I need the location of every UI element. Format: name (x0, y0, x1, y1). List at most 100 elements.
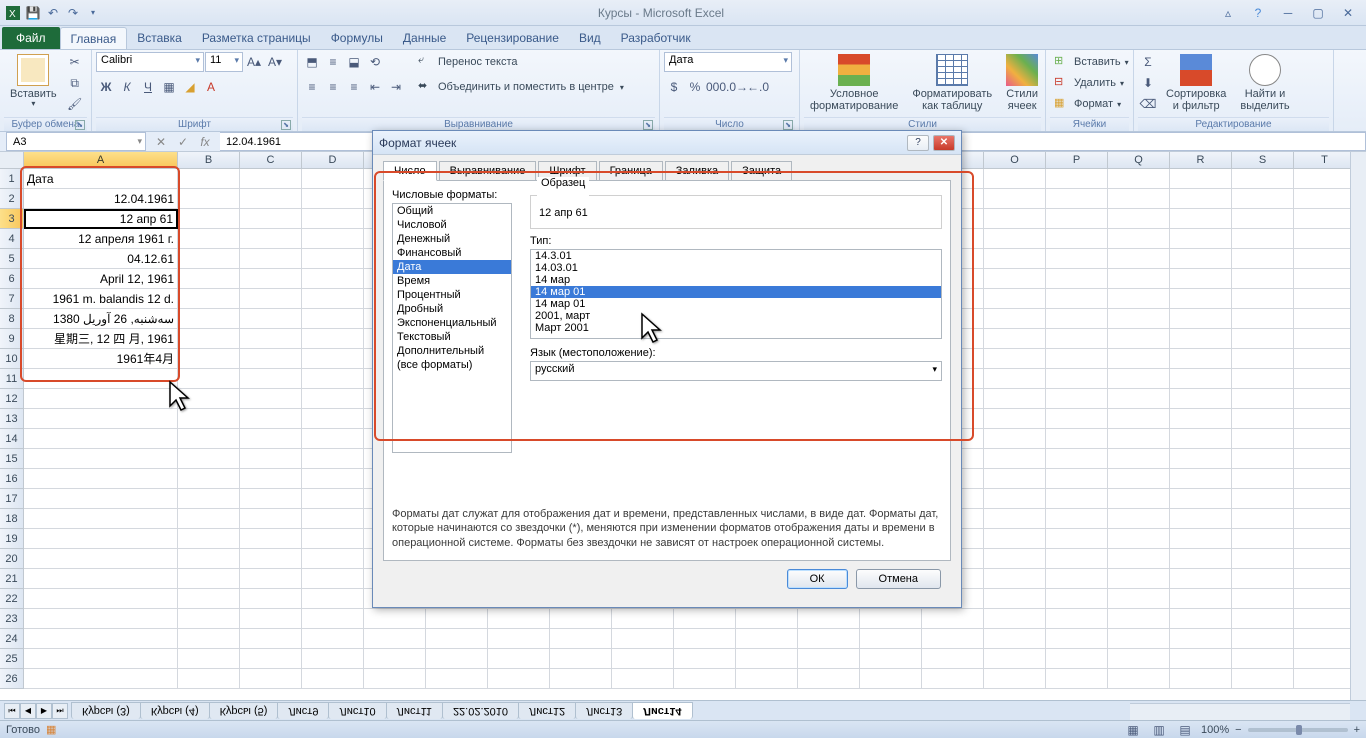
cell-R19[interactable] (1170, 529, 1232, 549)
cell-R14[interactable] (1170, 429, 1232, 449)
cell-D20[interactable] (302, 549, 364, 569)
cell-P18[interactable] (1046, 509, 1108, 529)
col-header-B[interactable]: B (178, 152, 240, 169)
tab-data[interactable]: Данные (393, 27, 456, 49)
cell-B25[interactable] (178, 649, 240, 669)
cell-B24[interactable] (178, 629, 240, 649)
category-item[interactable]: Экспоненциальный (393, 316, 511, 330)
cell-C3[interactable] (240, 209, 302, 229)
paste-button[interactable]: Вставить ▾ (4, 52, 63, 111)
category-item[interactable]: Дата (393, 260, 511, 274)
cell-B18[interactable] (178, 509, 240, 529)
cell-P3[interactable] (1046, 209, 1108, 229)
dialog-tab[interactable]: Граница (599, 161, 663, 181)
cell-Q9[interactable] (1108, 329, 1170, 349)
cell-M25[interactable] (860, 649, 922, 669)
category-item[interactable]: Общий (393, 204, 511, 218)
cell-Q14[interactable] (1108, 429, 1170, 449)
cell-C8[interactable] (240, 309, 302, 329)
grow-font-icon[interactable]: A▴ (244, 52, 264, 72)
category-item[interactable]: Денежный (393, 232, 511, 246)
cell-O15[interactable] (984, 449, 1046, 469)
cell-C22[interactable] (240, 589, 302, 609)
cell-C19[interactable] (240, 529, 302, 549)
cell-O16[interactable] (984, 469, 1046, 489)
cell-O12[interactable] (984, 389, 1046, 409)
cell-B1[interactable] (178, 169, 240, 189)
cell-M23[interactable] (860, 609, 922, 629)
font-size-combo[interactable]: 11 (205, 52, 243, 72)
cell-G26[interactable] (488, 669, 550, 689)
row-header-6[interactable]: 6 (0, 269, 24, 289)
cell-R23[interactable] (1170, 609, 1232, 629)
cell-C7[interactable] (240, 289, 302, 309)
cell-L26[interactable] (798, 669, 860, 689)
row-header-19[interactable]: 19 (0, 529, 24, 549)
cell-T12[interactable] (1294, 389, 1356, 409)
cell-A12[interactable] (24, 389, 178, 409)
macro-icon[interactable]: ▦ (46, 723, 56, 736)
row-header-2[interactable]: 2 (0, 189, 24, 209)
cell-R17[interactable] (1170, 489, 1232, 509)
redo-icon[interactable]: ↷ (64, 4, 82, 22)
cell-H24[interactable] (550, 629, 612, 649)
cell-Q24[interactable] (1108, 629, 1170, 649)
cell-I25[interactable] (612, 649, 674, 669)
cell-D6[interactable] (302, 269, 364, 289)
cell-B20[interactable] (178, 549, 240, 569)
tab-formulas[interactable]: Формулы (321, 27, 393, 49)
sheet-tab[interactable]: Курсы (5) (209, 702, 279, 719)
cell-S5[interactable] (1232, 249, 1294, 269)
col-header-C[interactable]: C (240, 152, 302, 169)
category-item[interactable]: (все форматы) (393, 358, 511, 372)
cell-S6[interactable] (1232, 269, 1294, 289)
cell-D13[interactable] (302, 409, 364, 429)
cell-A11[interactable] (24, 369, 178, 389)
sheet-nav-next[interactable]: ▶ (36, 703, 52, 719)
ok-button[interactable]: ОК (787, 569, 848, 589)
cell-P16[interactable] (1046, 469, 1108, 489)
cell-D8[interactable] (302, 309, 364, 329)
type-item[interactable]: Март 2001 (531, 322, 941, 334)
clear-icon[interactable]: ⌫ (1138, 94, 1158, 114)
copy-icon[interactable]: ⧉ (65, 73, 85, 93)
cell-Q15[interactable] (1108, 449, 1170, 469)
cell-Q26[interactable] (1108, 669, 1170, 689)
cell-Q19[interactable] (1108, 529, 1170, 549)
cell-J23[interactable] (674, 609, 736, 629)
zoom-out-icon[interactable]: − (1235, 724, 1241, 736)
cell-D24[interactable] (302, 629, 364, 649)
cell-O11[interactable] (984, 369, 1046, 389)
cell-Q1[interactable] (1108, 169, 1170, 189)
cell-T15[interactable] (1294, 449, 1356, 469)
col-header-R[interactable]: R (1170, 152, 1232, 169)
cell-D9[interactable] (302, 329, 364, 349)
cell-K24[interactable] (736, 629, 798, 649)
row-header-14[interactable]: 14 (0, 429, 24, 449)
cell-C21[interactable] (240, 569, 302, 589)
cell-S8[interactable] (1232, 309, 1294, 329)
cell-I23[interactable] (612, 609, 674, 629)
cell-C15[interactable] (240, 449, 302, 469)
cell-P12[interactable] (1046, 389, 1108, 409)
number-launcher[interactable]: ⬊ (783, 120, 793, 130)
sheet-tab[interactable]: Лист13 (575, 702, 633, 719)
dec-decimal-icon[interactable]: ←.0 (748, 77, 768, 97)
cell-C12[interactable] (240, 389, 302, 409)
border-icon[interactable]: ▦ (159, 77, 179, 97)
dialog-help-icon[interactable]: ? (907, 135, 929, 151)
cell-S13[interactable] (1232, 409, 1294, 429)
cell-C25[interactable] (240, 649, 302, 669)
cell-J26[interactable] (674, 669, 736, 689)
cell-C10[interactable] (240, 349, 302, 369)
cell-M26[interactable] (860, 669, 922, 689)
cell-S4[interactable] (1232, 229, 1294, 249)
cell-P13[interactable] (1046, 409, 1108, 429)
cell-R3[interactable] (1170, 209, 1232, 229)
cell-P20[interactable] (1046, 549, 1108, 569)
row-header-16[interactable]: 16 (0, 469, 24, 489)
cell-B4[interactable] (178, 229, 240, 249)
cell-B15[interactable] (178, 449, 240, 469)
cell-P17[interactable] (1046, 489, 1108, 509)
align-left-icon[interactable]: ≡ (302, 77, 322, 97)
